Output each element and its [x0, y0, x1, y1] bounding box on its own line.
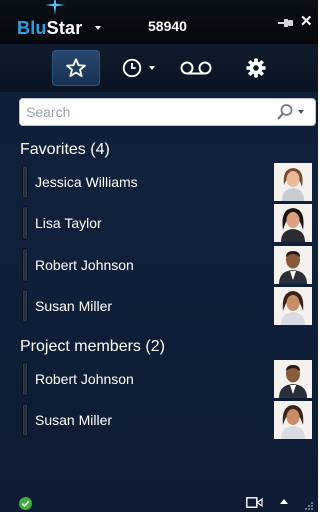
presence-indicator: [22, 289, 28, 323]
male-avatar-icon: [274, 246, 312, 284]
status-bar: [0, 492, 318, 512]
chevron-down-icon[interactable]: [149, 66, 155, 70]
star-spark-icon: [45, 0, 65, 15]
close-button[interactable]: ✕: [300, 13, 313, 31]
chevron-down-icon[interactable]: [298, 110, 304, 114]
contact-row[interactable]: Robert Johnson: [19, 360, 316, 399]
search-button[interactable]: [276, 102, 312, 122]
female-avatar-icon: [274, 401, 312, 439]
avatar[interactable]: [274, 287, 312, 325]
presence-indicator: [22, 165, 28, 199]
favorites-group-title[interactable]: Favorites (4): [20, 141, 110, 159]
contact-name: Lisa Taylor: [35, 215, 102, 231]
search-icon: [277, 104, 293, 120]
contact-row[interactable]: Susan Miller: [19, 287, 316, 326]
logo-menu-chevron-icon[interactable]: [95, 26, 101, 30]
search-input[interactable]: [26, 103, 266, 121]
avatar[interactable]: [274, 204, 312, 242]
female-avatar-icon: [274, 204, 312, 242]
settings-tab[interactable]: [238, 50, 274, 86]
app-logo[interactable]: BluStar: [17, 18, 82, 39]
pin-icon[interactable]: [278, 17, 294, 29]
resize-grip-icon[interactable]: [302, 502, 314, 511]
star-icon: [66, 58, 86, 77]
favorites-tab[interactable]: [52, 50, 100, 86]
checkmark-icon: [21, 500, 30, 508]
logo-text-star: Star: [46, 18, 83, 38]
avatar[interactable]: [274, 401, 312, 439]
contact-name: Susan Miller: [35, 298, 113, 314]
gear-icon: [246, 58, 266, 78]
female-avatar-icon: [274, 163, 312, 201]
avatar[interactable]: [274, 163, 312, 201]
video-camera-icon[interactable]: [246, 497, 263, 508]
contact-name: Jessica Williams: [35, 174, 138, 190]
contact-row[interactable]: Jessica Williams: [19, 163, 316, 202]
presence-indicator: [22, 206, 28, 240]
contact-row[interactable]: Robert Johnson: [19, 246, 316, 285]
account-number: 58940: [148, 18, 187, 34]
contact-name: Robert Johnson: [35, 371, 134, 387]
avatar[interactable]: [274, 360, 312, 398]
avatar[interactable]: [274, 246, 312, 284]
recent-calls-tab[interactable]: [112, 50, 164, 86]
contact-name: Susan Miller: [35, 412, 113, 428]
presence-indicator: [22, 362, 28, 396]
chevron-up-icon[interactable]: [280, 499, 288, 504]
search-box: [19, 98, 316, 126]
voicemail-tab[interactable]: [175, 50, 217, 86]
voicemail-icon: [180, 61, 212, 75]
presence-indicator: [22, 403, 28, 437]
bluestar-window: BluStar 58940 ✕ Search Favorites (4) Jes…: [0, 0, 318, 512]
presence-status-button[interactable]: [19, 497, 32, 510]
logo-text-blu: Blu: [17, 18, 47, 38]
presence-indicator: [22, 248, 28, 282]
male-avatar-icon: [274, 360, 312, 398]
main-toolbar: [0, 44, 318, 92]
title-bar[interactable]: BluStar 58940 ✕: [0, 0, 318, 44]
project-members-group-title[interactable]: Project members (2): [20, 338, 165, 356]
contact-row[interactable]: Lisa Taylor: [19, 204, 316, 243]
contact-row[interactable]: Susan Miller: [19, 401, 316, 440]
contact-name: Robert Johnson: [35, 257, 134, 273]
female-avatar-icon: [274, 287, 312, 325]
clock-icon: [122, 58, 142, 78]
